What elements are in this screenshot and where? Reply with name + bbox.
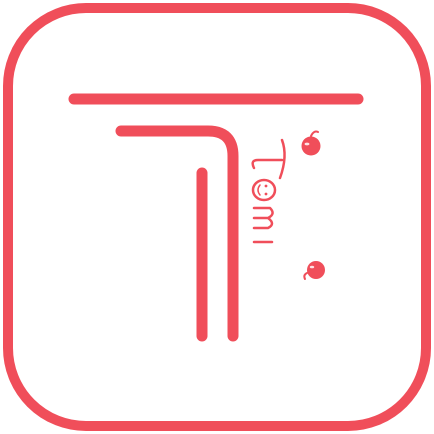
app-icon-canvas (0, 0, 434, 434)
tomi-wordmark (251, 138, 286, 244)
icon-rounded-border (3, 3, 431, 431)
t-curved-arm (115, 125, 239, 342)
tomi-logo-icon (3, 3, 431, 431)
apple-dot-icon (301, 130, 321, 156)
cherry-dot-icon (303, 261, 325, 280)
